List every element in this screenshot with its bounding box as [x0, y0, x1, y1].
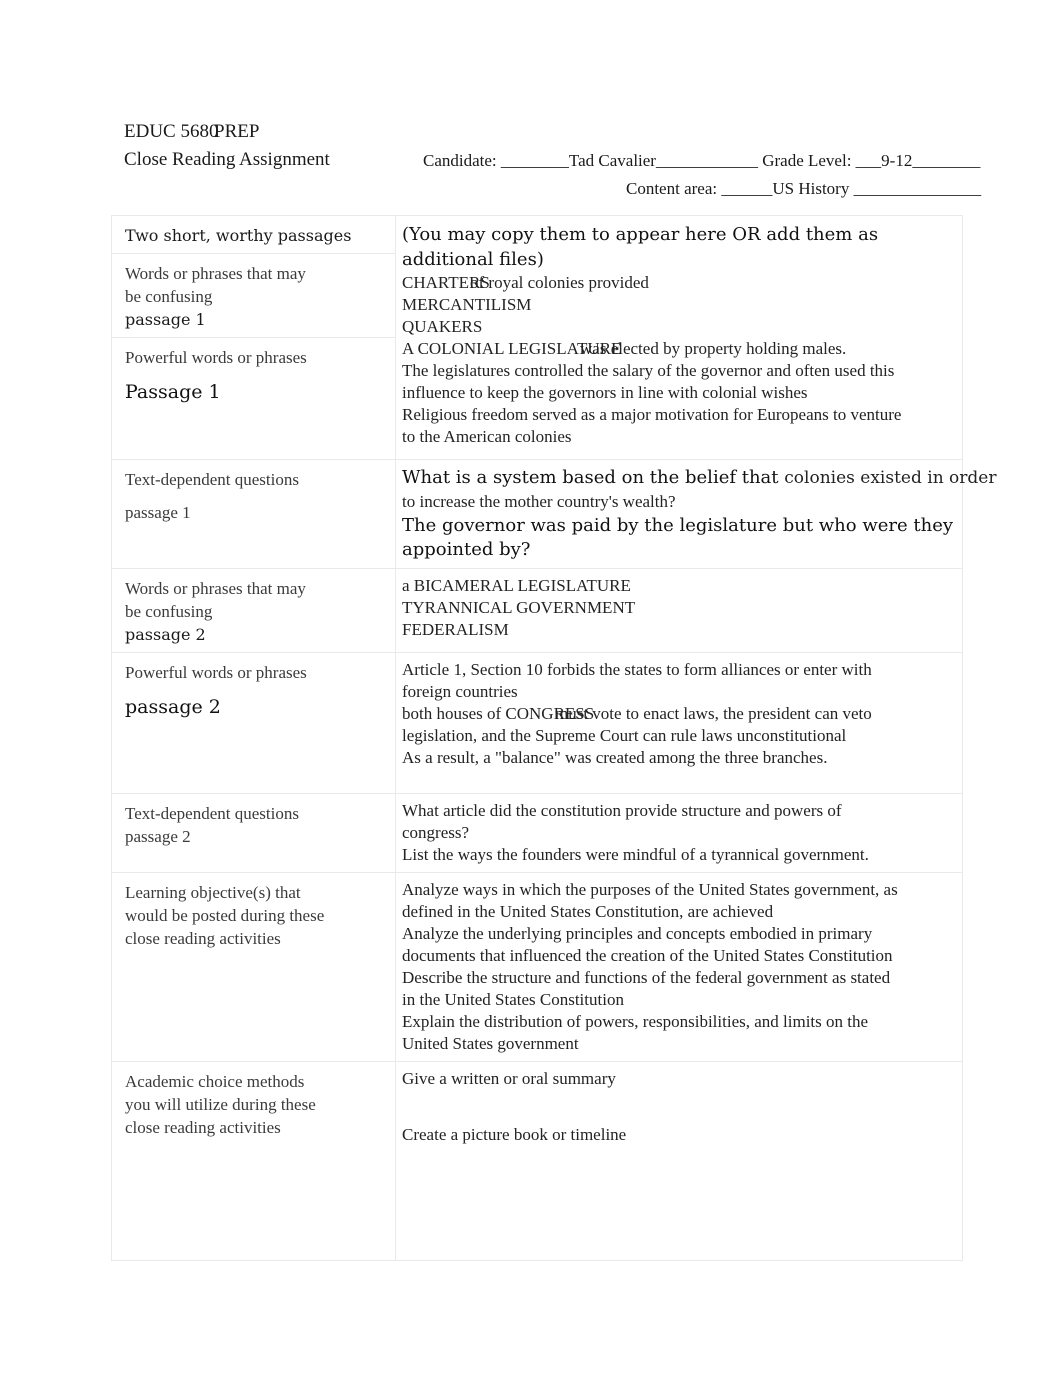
powerful-phrase-line: legislation, and the Supreme Court can r… — [402, 726, 847, 745]
label-line: would be posted during these — [125, 906, 325, 925]
question-text-part: colonies existed in order — [784, 468, 997, 488]
objective-line: Describe the structure and functions of … — [402, 968, 891, 987]
label-passage-number: passage 2 — [125, 625, 206, 644]
choice-option-line: Give a written or oral summary — [402, 1069, 616, 1088]
label-line: be confusing — [125, 287, 213, 306]
label-line: you will utilize during these — [125, 1095, 316, 1114]
term-charters-line: CHARTERS of royal colonies provided — [402, 272, 956, 294]
question-line: What is a system based on the belief tha… — [402, 466, 996, 490]
question-line: appointed by? — [402, 539, 531, 560]
question-line: to increase the mother country's wealth? — [402, 492, 676, 511]
objective-line: United States government — [402, 1034, 579, 1053]
header-assignment-line: Close Reading Assignment Candidate: ____… — [124, 146, 984, 176]
course-code: EDUC 5680 — [124, 121, 219, 142]
question-line: What article did the constitution provid… — [402, 801, 842, 820]
label-line: Text-dependent questions — [125, 470, 299, 489]
powerful-phrase-line: to the American colonies — [402, 427, 572, 446]
table-row: Text-dependent questions passage 2 What … — [111, 793, 963, 873]
term-mercantilism: MERCANTILISM — [402, 295, 532, 314]
objective-line: Analyze the underlying principles and co… — [402, 924, 873, 943]
row-label-two-short-passages: Two short, worthy passages — [111, 215, 396, 254]
label-line: close reading activities — [125, 929, 281, 948]
header-course-line: EDUC 5680 PREP — [124, 118, 984, 146]
instruction-line: (You may copy them to appear here OR add… — [402, 224, 879, 270]
objective-line: defined in the United States Constitutio… — [402, 902, 774, 921]
question-text-part: What is a system based on the belief tha… — [402, 467, 779, 488]
label-line: be confusing — [125, 602, 213, 621]
label-line: Learning objective(s) that — [125, 883, 301, 902]
label-line: passage 2 — [125, 827, 191, 846]
question-line: List the ways the founders were mindful … — [402, 845, 869, 864]
label-line: close reading activities — [125, 1118, 281, 1137]
row-value-questions-p1[interactable]: What is a system based on the belief tha… — [395, 459, 996, 569]
label-passage-number: passage 1 — [125, 503, 191, 522]
table-row: Learning objective(s) that would be post… — [111, 872, 963, 1062]
document-header: EDUC 5680 PREP Close Reading Assignment … — [124, 118, 984, 204]
label-line: Powerful words or phrases — [125, 663, 307, 682]
table-row: Powerful words or phrases passage 2 Arti… — [111, 652, 963, 794]
term-colonial-legislature-definition: was elected by property holding males. — [580, 339, 847, 358]
objective-line: documents that influenced the creation o… — [402, 946, 893, 965]
row-value-powerful-words-p2[interactable]: Article 1, Section 10 forbids the states… — [395, 652, 963, 794]
powerful-phrase-line: influence to keep the governors in line … — [402, 383, 808, 402]
row-label-learning-objectives: Learning objective(s) that would be post… — [111, 872, 396, 1062]
row-label-confusing-words-p2: Words or phrases that may be confusing p… — [111, 568, 396, 653]
row-value-passage1-content[interactable]: (You may copy them to appear here OR add… — [395, 215, 963, 460]
term-charters-definition: of royal colonies provided — [470, 273, 649, 292]
course-suffix: PREP — [214, 121, 260, 142]
term-tyrannical-government: TYRANNICAL GOVERNMENT — [402, 598, 636, 617]
header-content-area-line: Content area: ______US History _________… — [124, 176, 984, 204]
row-label-confusing-words-p1: Words or phrases that may be confusing p… — [111, 253, 396, 338]
table-row: Text-dependent questions passage 1 What … — [111, 459, 996, 569]
table-row: Academic choice methods you will utilize… — [111, 1061, 963, 1261]
term-bicameral-legislature: a BICAMERAL LEGISLATURE — [402, 576, 631, 595]
row-value-learning-objectives[interactable]: Analyze ways in which the purposes of th… — [395, 872, 963, 1062]
label-passage-number: passage 2 — [125, 696, 221, 718]
label-line: Powerful words or phrases — [125, 348, 307, 367]
term-quakers: QUAKERS — [402, 317, 483, 336]
powerful-phrase-line: foreign countries — [402, 682, 518, 701]
row-label-academic-choice: Academic choice methods you will utilize… — [111, 1061, 396, 1261]
row-label-powerful-words-p2: Powerful words or phrases passage 2 — [111, 652, 396, 794]
term-congress-line: both houses of CONGRESS must vote to ena… — [402, 703, 956, 725]
label-line: Academic choice methods — [125, 1072, 305, 1091]
objective-line: Explain the distribution of powers, resp… — [402, 1012, 869, 1031]
question-line: congress? — [402, 823, 470, 842]
row-value-confusing-words-p2[interactable]: a BICAMERAL LEGISLATURE TYRANNICAL GOVER… — [395, 568, 963, 653]
question-line: The governor was paid by the legislature… — [402, 515, 954, 536]
candidate-field[interactable]: Candidate: ________Tad Cavalier_________… — [423, 147, 980, 175]
row-label-text-dependent-questions-p2: Text-dependent questions passage 2 — [111, 793, 396, 873]
label-passage-number: passage 1 — [125, 310, 206, 329]
row-label-powerful-words-p1: Powerful words or phrases Passage 1 — [111, 337, 396, 460]
close-reading-table: Two short, worthy passages (You may copy… — [111, 215, 996, 1261]
powerful-phrase-line: The legislatures controlled the salary o… — [402, 361, 895, 380]
table-row: Words or phrases that may be confusing p… — [111, 568, 963, 653]
label-line: Words or phrases that may — [125, 264, 306, 283]
row-value-academic-choice[interactable]: Give a written or oral summary Create a … — [395, 1061, 963, 1261]
term-congress-definition: must vote to enact laws, the president c… — [555, 704, 872, 723]
choice-option-line: Create a picture book or timeline — [402, 1125, 627, 1144]
table-row: Two short, worthy passages (You may copy… — [111, 215, 963, 460]
document-page: EDUC 5680 PREP Close Reading Assignment … — [0, 0, 1062, 1377]
label-line: Words or phrases that may — [125, 579, 306, 598]
powerful-phrase-line: Religious freedom served as a major moti… — [402, 405, 902, 424]
objective-line: in the United States Constitution — [402, 990, 624, 1009]
label-line: Text-dependent questions — [125, 804, 299, 823]
term-federalism: FEDERALISM — [402, 620, 509, 639]
label-passage-number: Passage 1 — [125, 381, 221, 403]
label-line: Two short, worthy passages — [125, 226, 352, 245]
content-area-field[interactable]: Content area: ______US History _________… — [626, 176, 981, 202]
assignment-title: Close Reading Assignment — [124, 149, 330, 170]
row-label-text-dependent-questions-p1: Text-dependent questions passage 1 — [111, 459, 396, 569]
term-colonial-legislature-line: A COLONIAL LEGISLATURE was elected by pr… — [402, 338, 956, 360]
powerful-phrase-line: Article 1, Section 10 forbids the states… — [402, 660, 872, 679]
row-value-questions-p2[interactable]: What article did the constitution provid… — [395, 793, 963, 873]
powerful-phrase-line: As a result, a "balance" was created amo… — [402, 748, 828, 767]
objective-line: Analyze ways in which the purposes of th… — [402, 880, 898, 899]
